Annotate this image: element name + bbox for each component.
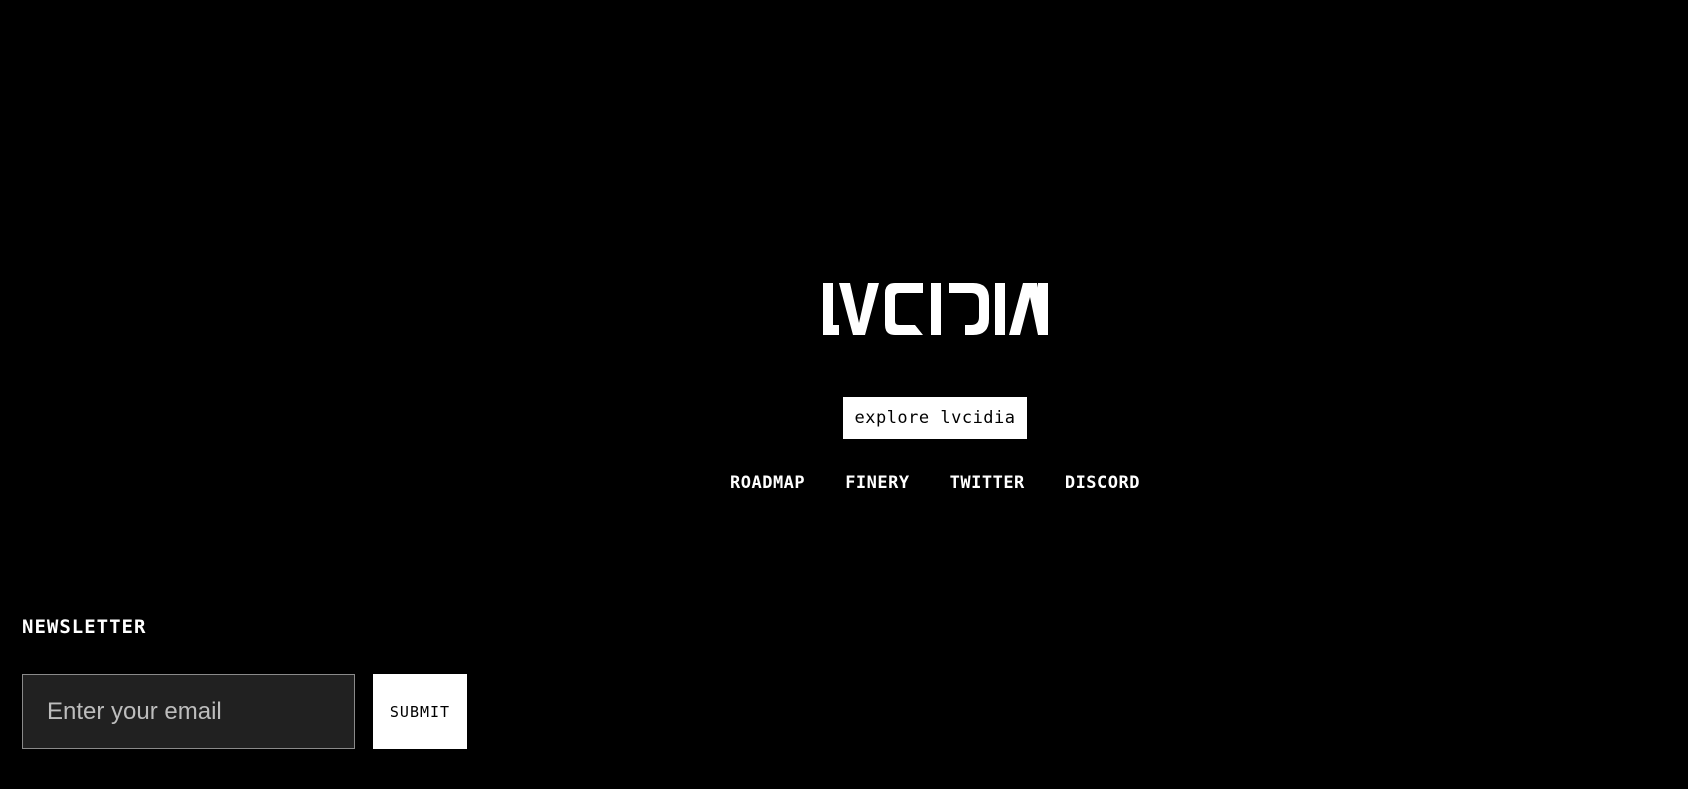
newsletter-submit-button[interactable]: SUBMIT: [373, 674, 467, 749]
nav-link-twitter[interactable]: TWITTER: [950, 473, 1025, 493]
page: explore lvcidia ROADMAP FINERY TWITTER D…: [0, 0, 1688, 789]
newsletter-email-input[interactable]: [22, 674, 355, 749]
newsletter-title: NEWSLETTER: [22, 616, 147, 638]
lvcidia-logo[interactable]: [823, 283, 1048, 335]
nav-link-discord[interactable]: DISCORD: [1065, 473, 1140, 493]
footer-nav: ROADMAP FINERY TWITTER DISCORD: [730, 471, 1140, 495]
explore-button[interactable]: explore lvcidia: [843, 397, 1027, 439]
lvcidia-wordmark-logo-icon: [823, 283, 1048, 335]
nav-link-finery[interactable]: FINERY: [845, 473, 909, 493]
nav-link-roadmap[interactable]: ROADMAP: [730, 473, 805, 493]
